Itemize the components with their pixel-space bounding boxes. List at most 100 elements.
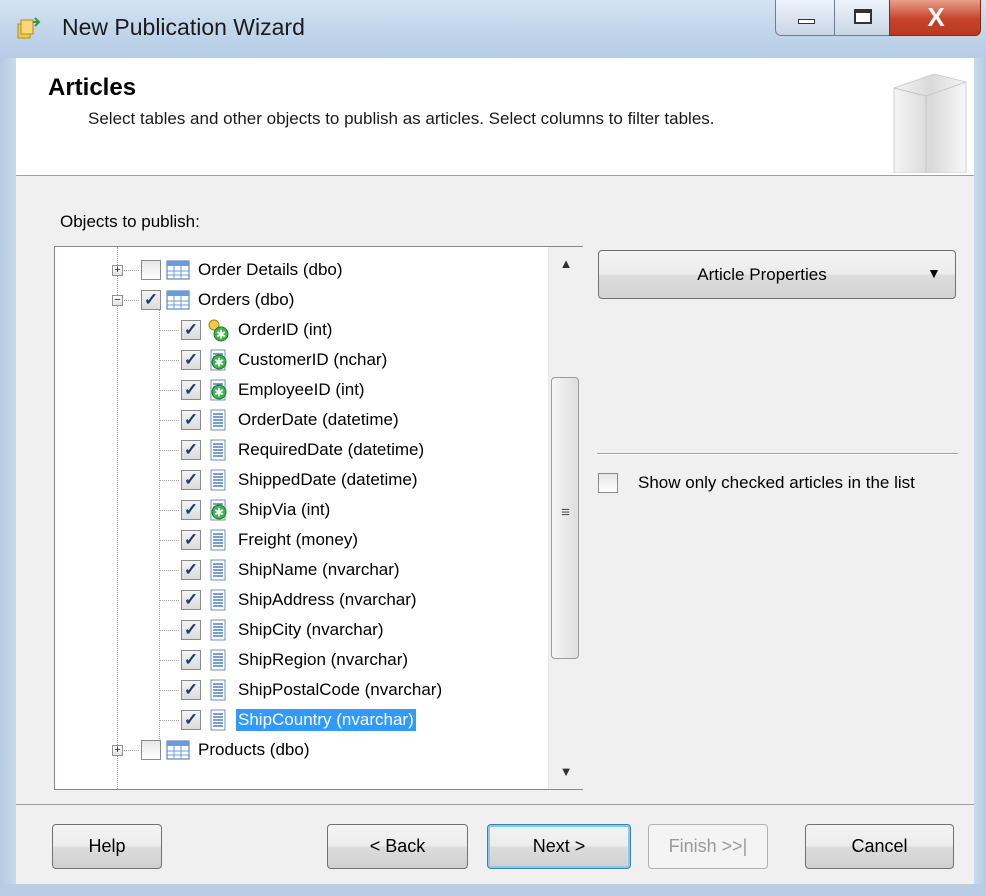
wizard-banner-graphic <box>893 73 967 173</box>
column-icon <box>210 649 226 671</box>
tree-column-item[interactable]: ✓ ShipCountry (nvarchar) <box>181 705 416 735</box>
page-title: Articles <box>48 74 137 101</box>
objects-tree[interactable]: + Order Details (dbo) − ✓ Orders (dbo) ✓ ✱ Orde… <box>54 246 583 790</box>
title-bar: New Publication Wizard X <box>0 0 986 59</box>
window-frame-right <box>974 58 986 896</box>
tree-column-item[interactable]: ✓ ShipPostalCode (nvarchar) <box>181 675 444 705</box>
separator <box>597 453 958 455</box>
tree-item-checkbox[interactable]: ✓ <box>181 590 201 610</box>
expand-icon[interactable]: + <box>112 265 123 276</box>
column-icon <box>210 469 226 491</box>
cancel-button[interactable]: Cancel <box>805 824 954 869</box>
tree-item-checkbox[interactable]: ✓ <box>181 380 201 400</box>
tree-item-checkbox[interactable]: ✓ <box>181 440 201 460</box>
window-frame-left <box>0 58 16 896</box>
column-icon <box>210 679 226 701</box>
minimize-button[interactable] <box>775 0 835 36</box>
tree-column-item[interactable]: ✓ Freight (money) <box>181 525 360 555</box>
tree-item-checkbox[interactable]: ✓ <box>181 410 201 430</box>
tree-item-checkbox[interactable]: ✓ <box>181 350 201 370</box>
tree-table-item[interactable]: Order Details (dbo) <box>141 255 345 285</box>
maximize-icon <box>854 9 872 24</box>
tree-item-label: ShipPostalCode (nvarchar) <box>238 680 443 699</box>
tree-item-checkbox[interactable]: ✓ <box>181 560 201 580</box>
window-title: New Publication Wizard <box>62 14 305 40</box>
expand-icon[interactable]: + <box>112 745 123 756</box>
next-button[interactable]: Next > <box>487 824 631 869</box>
tree-item-checkbox[interactable]: ✓ <box>141 290 161 310</box>
scroll-up-arrow-icon[interactable]: ▲ <box>549 247 583 281</box>
tree-column-item[interactable]: ✓ ✱ CustomerID (nchar) <box>181 345 389 375</box>
tree-line <box>159 510 179 511</box>
tree-line <box>159 450 179 451</box>
tree-column-item[interactable]: ✓ RequiredDate (datetime) <box>181 435 426 465</box>
table-icon <box>166 740 190 760</box>
objects-to-publish-label: Objects to publish: <box>60 212 200 231</box>
column-icon <box>210 529 226 551</box>
tree-column-item[interactable]: ✓ ShipName (nvarchar) <box>181 555 402 585</box>
article-properties-label: Article Properties <box>697 265 827 284</box>
tree-item-label: ShipAddress (nvarchar) <box>238 590 417 609</box>
tree-column-item[interactable]: ✓ ✱ EmployeeID (int) <box>181 375 367 405</box>
tree-item-label: OrderID (int) <box>238 320 333 339</box>
tree-item-checkbox[interactable] <box>141 260 161 280</box>
help-button[interactable]: Help <box>52 824 162 869</box>
tree-item-label: Products (dbo) <box>198 740 310 759</box>
tree-line <box>159 390 179 391</box>
tree-line <box>159 570 179 571</box>
column-icon <box>210 619 226 641</box>
scroll-thumb[interactable]: ≡ <box>551 377 579 659</box>
tree-column-item[interactable]: ✓ OrderDate (datetime) <box>181 405 401 435</box>
article-properties-button[interactable]: Article Properties ▼ <box>598 250 956 299</box>
tree-item-label: ShipCountry (nvarchar) <box>236 709 416 731</box>
column-icon <box>210 559 226 581</box>
tree-item-checkbox[interactable]: ✓ <box>181 470 201 490</box>
tree-item-checkbox[interactable]: ✓ <box>181 500 201 520</box>
tree-line <box>159 540 179 541</box>
tree-column-item[interactable]: ✓ ShippedDate (datetime) <box>181 465 420 495</box>
dropdown-arrow-icon: ▼ <box>927 265 941 281</box>
tree-column-item[interactable]: ✓ ShipRegion (nvarchar) <box>181 645 410 675</box>
tree-item-label: CustomerID (nchar) <box>238 350 388 369</box>
tree-item-label: Order Details (dbo) <box>198 260 343 279</box>
tree-item-label: Freight (money) <box>238 530 358 549</box>
show-only-checked-label[interactable]: Show only checked articles in the list <box>638 470 938 495</box>
tree-column-item[interactable]: ✓ ✱ OrderID (int) <box>181 315 334 345</box>
finish-button[interactable]: Finish >>| <box>648 824 768 869</box>
tree-item-checkbox[interactable]: ✓ <box>181 530 201 550</box>
maximize-button[interactable] <box>834 0 890 36</box>
tree-item-checkbox[interactable]: ✓ <box>181 650 201 670</box>
tree-item-label: ShipVia (int) <box>238 500 331 519</box>
tree-column-item[interactable]: ✓ ShipCity (nvarchar) <box>181 615 386 645</box>
tree-line <box>159 360 179 361</box>
tree-item-checkbox[interactable] <box>141 740 161 760</box>
tree-item-label: EmployeeID (int) <box>238 380 365 399</box>
close-button[interactable]: X <box>889 0 981 36</box>
tree-item-checkbox[interactable]: ✓ <box>181 320 201 340</box>
tree-item-checkbox[interactable]: ✓ <box>181 680 201 700</box>
tree-line <box>159 307 160 747</box>
tree-scrollbar[interactable]: ▲ ≡ ▼ <box>548 247 583 789</box>
tree-line <box>159 480 179 481</box>
tree-item-checkbox[interactable]: ✓ <box>181 620 201 640</box>
publication-wizard-icon <box>17 17 41 39</box>
foreign-key-column-icon: ✱ <box>210 379 227 401</box>
svg-text:✱: ✱ <box>214 506 224 520</box>
collapse-icon[interactable]: − <box>112 295 123 306</box>
show-only-checked-checkbox[interactable] <box>598 473 618 493</box>
tree-line <box>159 600 179 601</box>
foreign-key-column-icon: ✱ <box>210 499 227 521</box>
tree-column-item[interactable]: ✓ ✱ ShipVia (int) <box>181 495 332 525</box>
scroll-down-arrow-icon[interactable]: ▼ <box>549 755 583 789</box>
tree-column-item[interactable]: ✓ ShipAddress (nvarchar) <box>181 585 419 615</box>
minimize-icon <box>798 19 815 24</box>
close-icon: X <box>927 2 945 32</box>
tree-item-checkbox[interactable]: ✓ <box>181 710 201 730</box>
wizard-header: Articles Select tables and other objects… <box>16 58 974 176</box>
tree-line <box>159 330 179 331</box>
page-description: Select tables and other objects to publi… <box>88 109 715 128</box>
svg-text:✱: ✱ <box>214 386 224 400</box>
tree-table-item[interactable]: Products (dbo) <box>141 735 312 765</box>
tree-table-item[interactable]: ✓ Orders (dbo) <box>141 285 296 315</box>
back-button[interactable]: < Back <box>327 824 468 869</box>
